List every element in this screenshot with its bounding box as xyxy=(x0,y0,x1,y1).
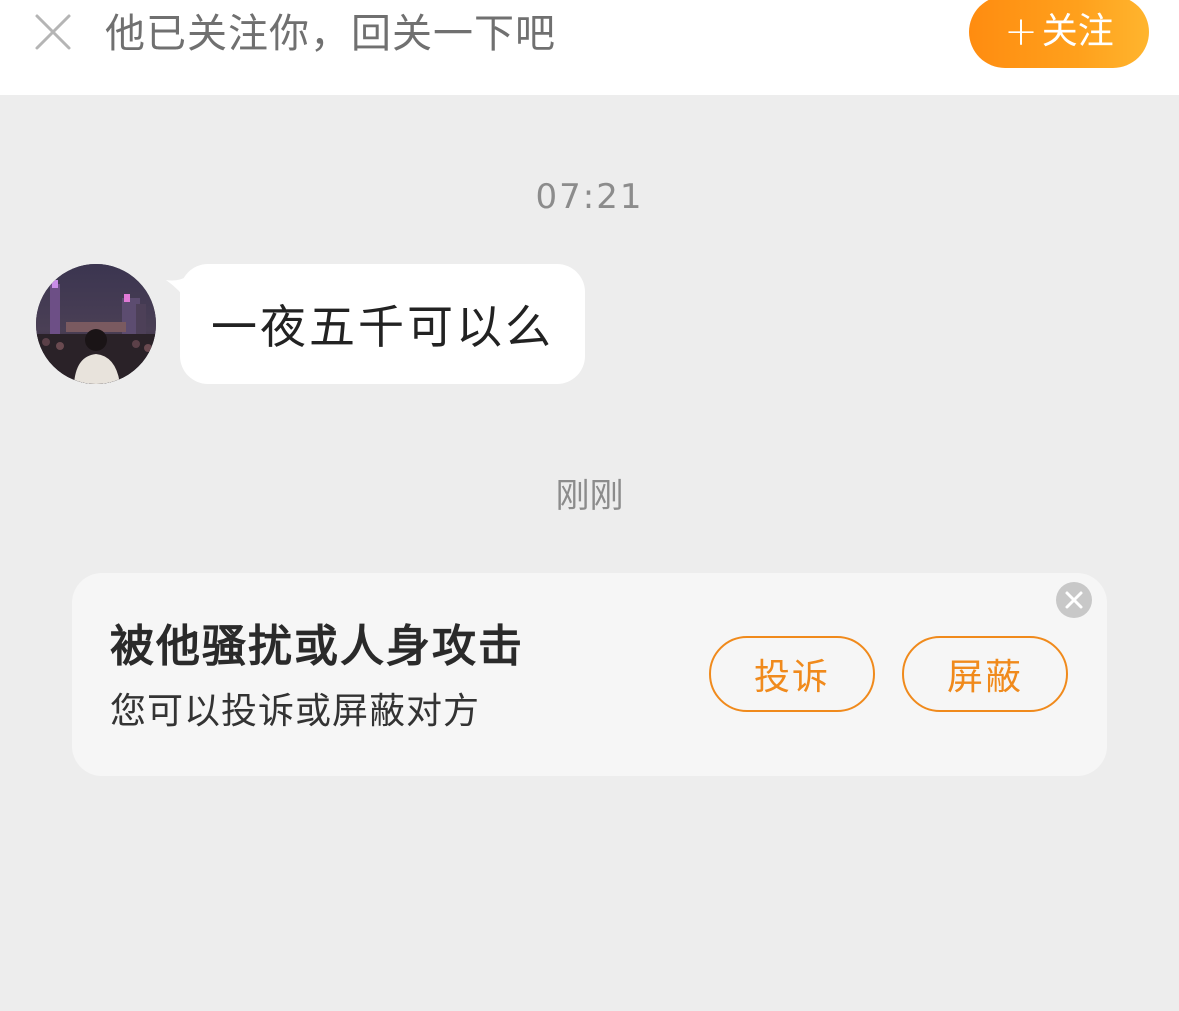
message-timestamp-recent: 刚刚 xyxy=(555,476,624,516)
message-timestamp: 07:21 xyxy=(535,177,644,217)
follow-back-prompt: 他已关注你，回关一下吧 xyxy=(105,11,556,57)
avatar[interactable] xyxy=(36,264,156,384)
follow-button-label: 关注 xyxy=(1041,11,1114,52)
report-card-subtitle: 您可以投诉或屏蔽对方 xyxy=(110,691,481,732)
harassment-report-card: 被他骚扰或人身攻击 您可以投诉或屏蔽对方 投诉 屏蔽 xyxy=(72,573,1107,776)
complain-button[interactable]: 投诉 xyxy=(709,636,875,712)
close-circle-icon[interactable] xyxy=(1056,582,1092,618)
block-button[interactable]: 屏蔽 xyxy=(902,636,1068,712)
top-bar: 他已关注你，回关一下吧 + 关注 xyxy=(0,0,1179,95)
follow-button[interactable]: + 关注 xyxy=(969,0,1149,68)
close-icon[interactable] xyxy=(33,12,73,52)
plus-icon: + xyxy=(1004,9,1038,55)
message-text: 一夜五千可以么 xyxy=(211,300,554,354)
report-card-title: 被他骚扰或人身攻击 xyxy=(110,621,524,672)
message-bubble[interactable]: 一夜五千可以么 xyxy=(180,264,585,384)
